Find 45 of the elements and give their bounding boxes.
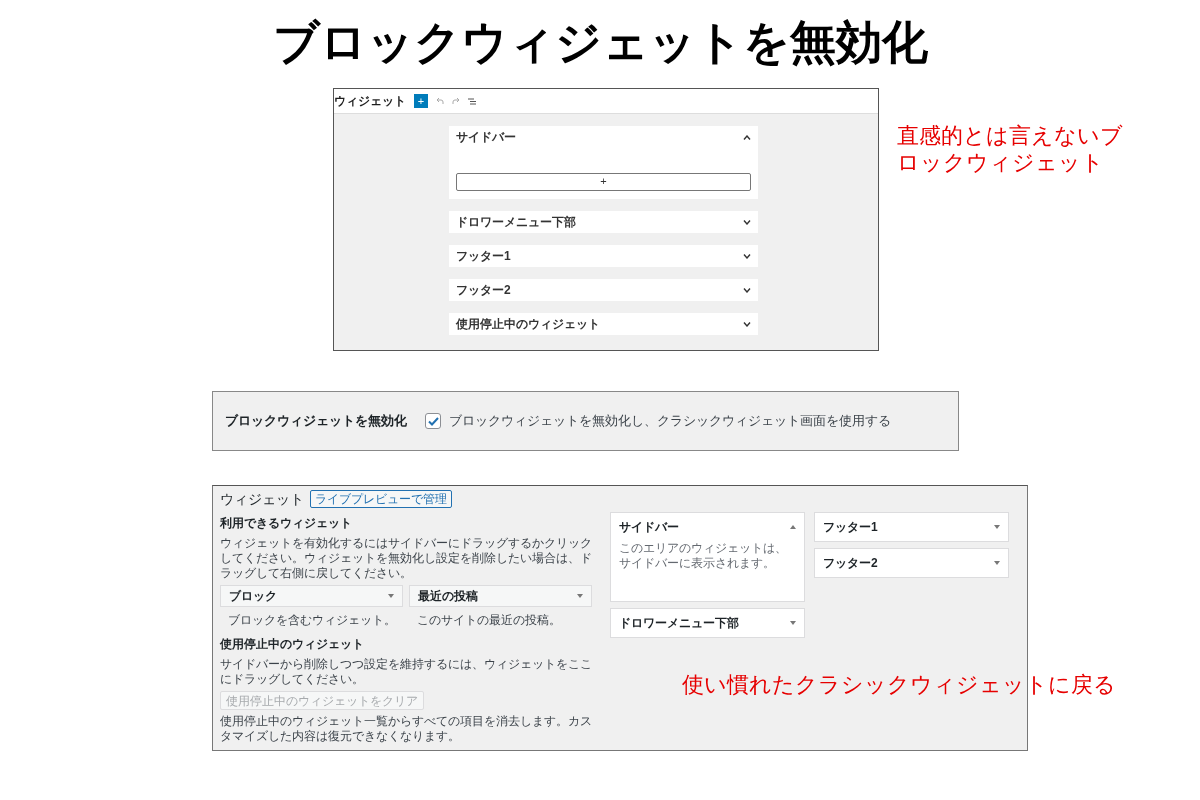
area-title[interactable]: サイドバー bbox=[619, 518, 679, 536]
chevron-up-icon bbox=[743, 134, 751, 140]
widget-area-title[interactable]: ドロワーメニュー下部 bbox=[456, 213, 576, 231]
list-view-icon[interactable] bbox=[468, 97, 476, 105]
annotation: 使い慣れたクラシックウィジェットに戻る bbox=[682, 671, 1116, 699]
area-title[interactable]: フッター2 bbox=[823, 554, 878, 572]
setting-label: ブロックウィジェットを無効化 bbox=[225, 412, 407, 431]
widget-area-title[interactable]: 使用停止中のウィジェット bbox=[456, 315, 600, 333]
editor-title: ウィジェット bbox=[334, 93, 406, 110]
widget-name: ブロック bbox=[229, 588, 277, 605]
chevron-down-icon bbox=[743, 287, 751, 293]
section-description: ウィジェットを有効化するにはサイドバーにドラッグするかクリックしてください。ウィジェットを無効化し設定を削除したい場合は、ドラッグして右側に戻してください。 bbox=[220, 536, 592, 581]
widget-name: 最近の投稿 bbox=[418, 588, 478, 605]
caret-down-icon bbox=[790, 621, 796, 625]
widget-description: ブロックを含むウィジェット。 bbox=[227, 612, 397, 629]
section-description: サイドバーから削除しつつ設定を維持するには、ウィジェットをここにドラッグしてください。 bbox=[220, 657, 592, 687]
widget-area-title[interactable]: フッター1 bbox=[456, 247, 511, 265]
caret-up-icon bbox=[790, 525, 796, 529]
area-description: このエリアのウィジェットは、サイドバーに表示されます。 bbox=[619, 541, 788, 571]
caret-down-icon bbox=[388, 594, 394, 598]
checkbox[interactable] bbox=[425, 413, 441, 429]
checkbox-label: ブロックウィジェットを無効化し、クラシックウィジェット画面を使用する bbox=[449, 412, 891, 431]
area-title[interactable]: ドロワーメニュー下部 bbox=[619, 614, 739, 632]
caret-down-icon bbox=[577, 594, 583, 598]
section-heading: 利用できるウィジェット bbox=[220, 515, 353, 532]
clear-note: 使用停止中のウィジェット一覧からすべての項目を消去します。カスタマイズした内容は復元できなくなります。 bbox=[220, 714, 592, 744]
chevron-down-icon bbox=[743, 321, 751, 327]
widget-area-title[interactable]: フッター2 bbox=[456, 281, 511, 299]
page-title: ウィジェット bbox=[220, 489, 304, 509]
chevron-down-icon bbox=[743, 219, 751, 225]
widget-item[interactable]: ブロック bbox=[220, 585, 403, 607]
area-title[interactable]: フッター1 bbox=[823, 518, 878, 536]
page-heading: ブロックウィジェットを無効化 bbox=[272, 14, 928, 70]
add-block-button[interactable]: + bbox=[456, 172, 751, 191]
annotation: 直感的とは言えないブロックウィジェット bbox=[897, 122, 1124, 177]
live-preview-button[interactable]: ライブプレビューで管理 bbox=[310, 490, 452, 508]
widget-area-title[interactable]: サイドバー bbox=[456, 128, 516, 146]
caret-down-icon bbox=[994, 561, 1000, 565]
widget-description: このサイトの最近の投稿。 bbox=[416, 612, 562, 629]
add-block-button[interactable]: + bbox=[414, 94, 428, 108]
section-heading: 使用停止中のウィジェット bbox=[220, 636, 365, 653]
checkmark-icon bbox=[427, 416, 439, 426]
chevron-down-icon bbox=[743, 253, 751, 259]
caret-down-icon bbox=[994, 525, 1000, 529]
widget-item[interactable]: 最近の投稿 bbox=[409, 585, 592, 607]
